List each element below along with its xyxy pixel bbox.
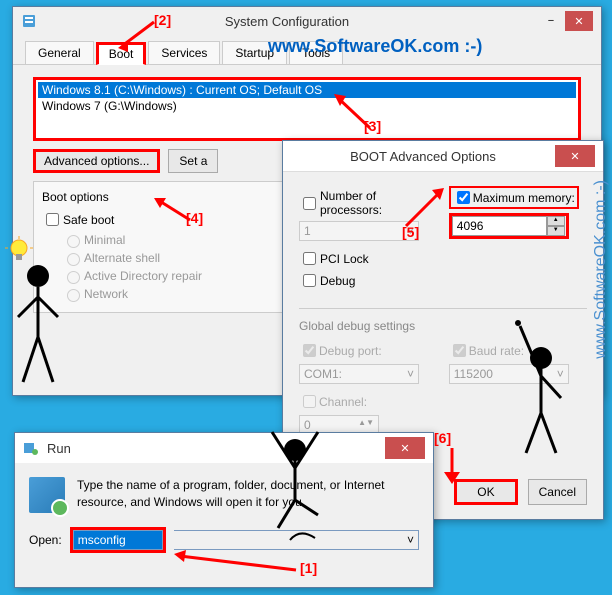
- minimal-radio: [67, 235, 80, 248]
- arrow-6: [438, 444, 468, 488]
- advopts-title: BOOT Advanced Options: [291, 149, 555, 164]
- network-label: Network: [84, 287, 128, 301]
- tab-general[interactable]: General: [25, 41, 94, 64]
- stickman-1: [8, 262, 68, 392]
- annotation-6: [6]: [434, 430, 451, 446]
- annotation-3: [3]: [364, 118, 381, 134]
- run-input[interactable]: [73, 530, 163, 550]
- maxmem-row: Maximum memory:: [449, 186, 579, 209]
- close-button[interactable]: ✕: [565, 11, 593, 31]
- annotation-2: [2]: [154, 12, 171, 28]
- adrepair-radio: [67, 271, 80, 284]
- arrow-1: [170, 548, 300, 578]
- run-title: Run: [47, 441, 385, 456]
- maxmem-input-wrap: ▲▼: [449, 213, 569, 239]
- annotation-4: [4]: [186, 210, 203, 226]
- baudrate-checkbox: [453, 344, 466, 357]
- minimal-label: Minimal: [84, 233, 125, 247]
- cancel-button[interactable]: Cancel: [528, 479, 587, 505]
- advopts-titlebar: BOOT Advanced Options ✕: [283, 141, 603, 172]
- channel-checkbox: [303, 395, 316, 408]
- maxmem-input[interactable]: [452, 216, 547, 236]
- maxmem-label-text: Maximum memory:: [473, 191, 575, 205]
- run-program-icon: [29, 477, 65, 513]
- arrow-2: [114, 18, 158, 54]
- watermark-top: www.SoftwareOK.com :-): [268, 36, 482, 57]
- channel-label: Channel:: [319, 395, 367, 409]
- chevron-down-icon: ˅: [407, 533, 414, 547]
- debugport-label: Debug port:: [319, 344, 382, 358]
- advopts-buttons: OK Cancel: [454, 479, 587, 505]
- boot-list[interactable]: Windows 8.1 (C:\Windows) : Current OS; D…: [33, 77, 581, 141]
- open-label: Open:: [29, 533, 62, 547]
- numproc-checkbox[interactable]: [303, 197, 316, 210]
- watermark-side: www.SoftwareOK.com :-): [592, 180, 610, 359]
- set-default-button[interactable]: Set a: [168, 149, 218, 173]
- tab-services[interactable]: Services: [148, 41, 220, 64]
- safe-boot-radios: Minimal Alternate shell Active Directory…: [62, 232, 284, 302]
- maxmem-checkbox[interactable]: [457, 191, 470, 204]
- network-radio: [67, 289, 80, 302]
- debugport-select: COM1:˅: [299, 364, 419, 384]
- pcilock-label: PCI Lock: [320, 252, 369, 266]
- safe-boot-label: Safe boot: [63, 213, 114, 227]
- annotation-5: [5]: [402, 224, 419, 240]
- chevron-down-icon: ˅: [407, 367, 414, 381]
- advopts-close-button[interactable]: ✕: [555, 145, 595, 167]
- sysconfig-title: System Configuration: [37, 14, 537, 29]
- sysconfig-icon: [21, 13, 37, 29]
- adrepair-label: Active Directory repair: [84, 269, 202, 283]
- stickman-3: [506, 318, 576, 458]
- minimize-button[interactable]: −: [537, 11, 565, 31]
- sysconfig-titlebar: System Configuration − ✕: [13, 7, 601, 35]
- run-input-highlight: [70, 527, 166, 553]
- sysconfig-controls: − ✕: [537, 11, 593, 31]
- run-description: Type the name of a program, folder, docu…: [77, 477, 419, 513]
- run-content: Type the name of a program, folder, docu…: [15, 463, 433, 527]
- debug-checkbox[interactable]: [303, 274, 316, 287]
- debug-label: Debug: [320, 274, 355, 288]
- altshell-radio: [67, 253, 80, 266]
- boot-entry-selected[interactable]: Windows 8.1 (C:\Windows) : Current OS; D…: [38, 82, 576, 98]
- altshell-label: Alternate shell: [84, 251, 160, 265]
- maxmem-spinner[interactable]: ▲▼: [547, 216, 565, 236]
- annotation-1: [1]: [300, 560, 317, 576]
- run-close-button[interactable]: ✕: [385, 437, 425, 459]
- pcilock-checkbox[interactable]: [303, 252, 316, 265]
- stickman-2: [260, 420, 330, 550]
- run-titlebar: Run ✕: [15, 433, 433, 463]
- advanced-options-button[interactable]: Advanced options...: [33, 149, 160, 173]
- safe-boot-checkbox[interactable]: [46, 213, 59, 226]
- debugport-checkbox: [303, 344, 316, 357]
- run-icon-small: [23, 440, 39, 456]
- boot-entry[interactable]: Windows 7 (G:\Windows): [38, 98, 576, 114]
